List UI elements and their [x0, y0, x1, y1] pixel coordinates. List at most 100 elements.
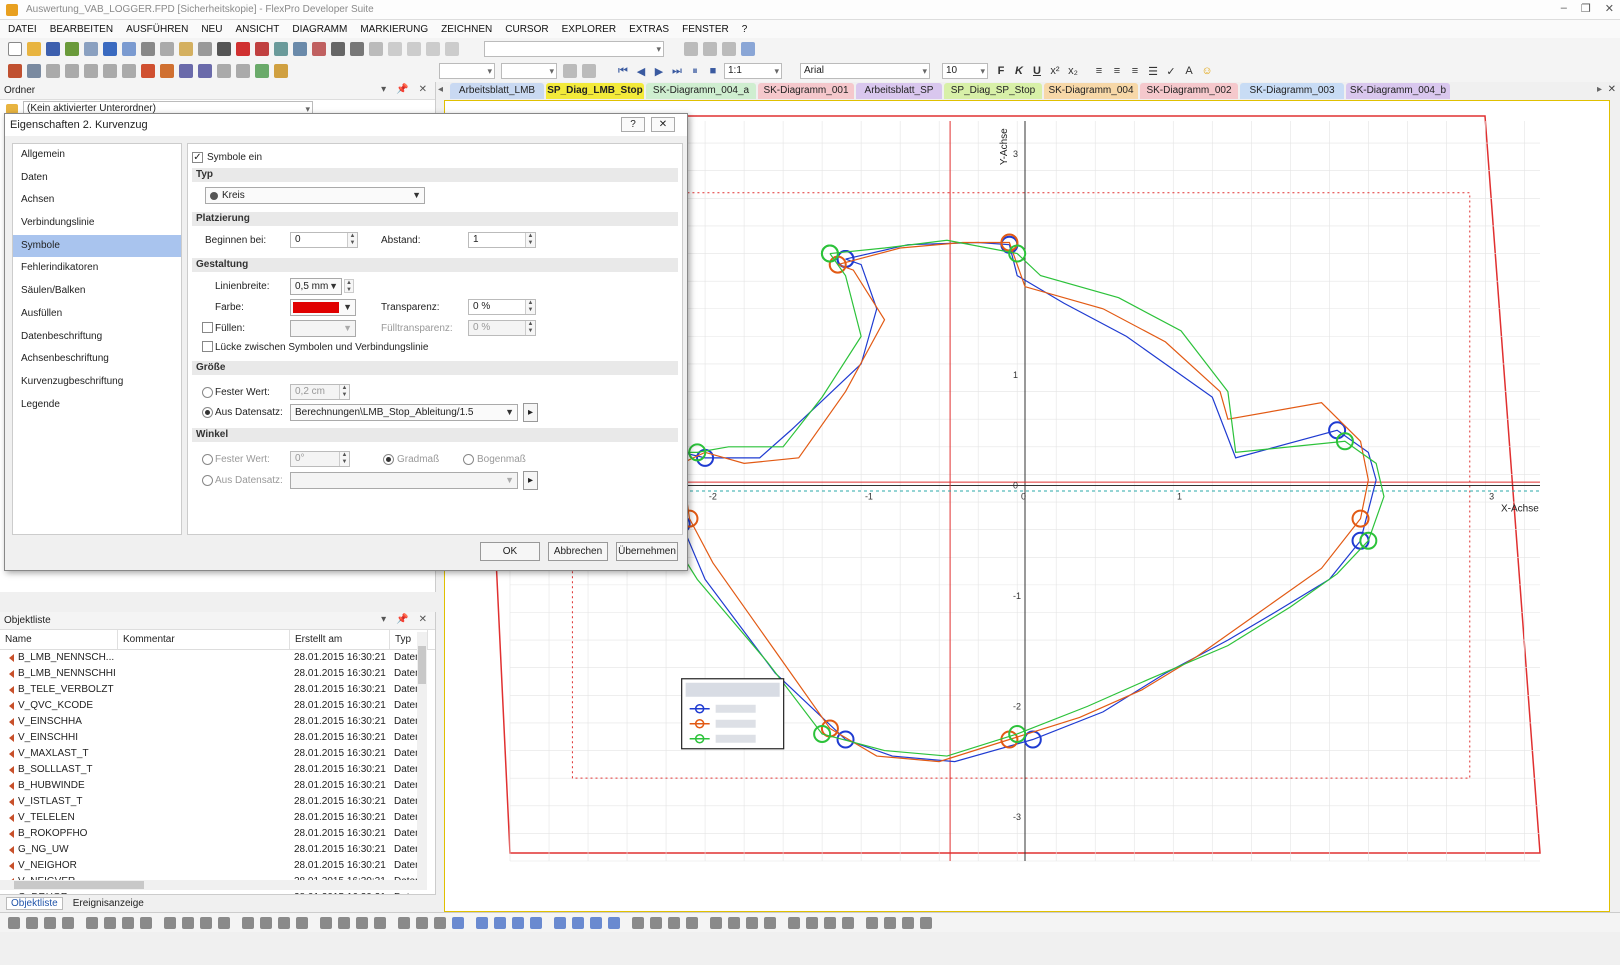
macro-icon[interactable] — [274, 64, 288, 78]
worksheet-icon[interactable] — [46, 64, 60, 78]
tab-event-display[interactable]: Ereignisanzeige — [69, 898, 148, 909]
table-row[interactable]: V_EINSCHHA 28.01.2015 16:30:21 Datens — [0, 714, 435, 730]
radian-radio[interactable] — [463, 454, 474, 465]
spinner-icon[interactable]: ▲ ▼ — [339, 385, 349, 399]
menu-bearbeiten[interactable]: BEARBEITEN — [50, 24, 113, 35]
grid-icon[interactable] — [684, 42, 698, 56]
menu-explorer[interactable]: EXPLORER — [562, 24, 616, 35]
restore-icon[interactable]: ❐ — [1581, 2, 1591, 15]
text-icon[interactable] — [84, 64, 98, 78]
axis-y-icon[interactable] — [788, 916, 800, 929]
nav-item-allgemein[interactable]: Allgemein — [13, 144, 181, 167]
measure-icon[interactable] — [572, 916, 584, 929]
tab-sk-diagramm-004-a[interactable]: SK-Diagramm_004_a — [646, 83, 756, 99]
panel-icon[interactable] — [122, 64, 136, 78]
smiley-icon[interactable]: ☺ — [1200, 65, 1214, 77]
pen-icon[interactable] — [62, 916, 74, 929]
align-right-icon[interactable]: ≡ — [1128, 65, 1142, 77]
zoom-out-icon[interactable] — [668, 916, 680, 929]
select-area-icon[interactable] — [26, 916, 38, 929]
shadow-icon[interactable] — [278, 916, 290, 929]
zoom-icon[interactable] — [369, 42, 383, 56]
prev-page-icon[interactable]: ◀ — [634, 65, 648, 78]
column-comment[interactable]: Kommentar — [118, 630, 290, 649]
spinner-icon[interactable]: ▲ ▼ — [525, 321, 535, 335]
gap-checkbox[interactable] — [202, 341, 213, 352]
copy-icon[interactable] — [160, 42, 174, 56]
table-row[interactable]: V_MAXLAST_T 28.01.2015 16:30:21 Datens — [0, 746, 435, 762]
tab-sk-diagramm-004[interactable]: SK-Diagramm_004 — [1044, 83, 1138, 99]
tab-sp-diag-lmb-stop[interactable]: SP_Diag_LMB_Stop — [546, 83, 644, 99]
axis-x-icon[interactable] — [764, 916, 776, 929]
table-row[interactable]: V_TELELEN 28.01.2015 16:30:21 Datens — [0, 810, 435, 826]
columns-icon[interactable] — [590, 916, 602, 929]
nav-item-symbole[interactable]: Symbole — [13, 234, 181, 258]
align-left-icon[interactable]: ≡ — [1092, 65, 1106, 77]
angle-fixed-radio[interactable] — [202, 454, 213, 465]
send-back-icon[interactable] — [398, 916, 410, 929]
minimize-icon[interactable]: – — [1561, 2, 1567, 15]
menu-diagramm[interactable]: DIAGRAMM — [292, 24, 347, 35]
align-icon[interactable] — [320, 916, 332, 929]
brush-icon[interactable] — [200, 916, 212, 929]
new-file-icon[interactable] — [8, 42, 22, 56]
formula-icon[interactable] — [179, 64, 193, 78]
scissors-icon[interactable] — [44, 916, 56, 929]
tab-object-list[interactable]: Objektliste — [6, 897, 63, 910]
delete-icon[interactable] — [236, 42, 250, 56]
tab-sp-diag-sp-stop[interactable]: SP_Diag_SP_Stop — [944, 83, 1042, 99]
object-list-vscrollbar[interactable] — [417, 632, 427, 890]
group-icon[interactable] — [338, 916, 350, 929]
angle-dataset-dropdown[interactable]: ▼ — [290, 472, 518, 489]
arrow-icon[interactable] — [260, 916, 272, 929]
bar-chart-icon[interactable] — [27, 64, 41, 78]
dialog-close-button[interactable]: ✕ — [651, 117, 675, 132]
angle-browse-button[interactable]: ▸ — [523, 471, 538, 490]
spinner-icon[interactable]: ▲ ▼ — [339, 452, 349, 466]
color-picker[interactable]: ▼ — [290, 299, 356, 316]
nav-item-achsenbeschriftung[interactable]: Achsenbeschriftung — [13, 348, 181, 371]
position-combo[interactable] — [439, 63, 495, 79]
paste-icon[interactable] — [179, 42, 193, 56]
object-list-hscrollbar[interactable] — [0, 880, 420, 890]
pin-icon[interactable]: 📌 — [396, 84, 408, 95]
tab-sk-diagramm-004-b[interactable]: SK-Diagramm_004_b — [1346, 83, 1450, 99]
peak-icon[interactable] — [512, 916, 524, 929]
spinner-icon[interactable]: ▲ ▼ — [525, 233, 535, 247]
menu-extras[interactable]: EXTRAS — [629, 24, 669, 35]
line-icon[interactable] — [86, 916, 98, 929]
zoom-in-icon[interactable] — [632, 916, 644, 929]
cut-icon[interactable] — [141, 42, 155, 56]
duplicate-icon[interactable] — [293, 42, 307, 56]
save-icon[interactable] — [46, 42, 60, 56]
angle-dataset-radio[interactable] — [202, 475, 213, 486]
filter-icon[interactable] — [160, 64, 174, 78]
menu-markierung[interactable]: MARKIERUNG — [360, 24, 428, 35]
table-row[interactable]: V_ISTLAST_T 28.01.2015 16:30:21 Datens — [0, 794, 435, 810]
spinner-icon[interactable]: ▲ ▼ — [525, 300, 535, 314]
ungroup-icon[interactable] — [356, 916, 368, 929]
font-size-combo[interactable]: 10 — [942, 63, 988, 79]
annotate-icon[interactable] — [746, 916, 758, 929]
table-row[interactable]: B_HUBWINDE 28.01.2015 16:30:21 Datens — [0, 778, 435, 794]
tab-arbeitsblatt-sp[interactable]: Arbeitsblatt_SP — [856, 83, 942, 99]
spinner-icon[interactable]: ▲ ▼ — [347, 233, 357, 247]
table-icon[interactable] — [703, 42, 717, 56]
transparency-input[interactable]: 0 % ▲ ▼ — [468, 299, 536, 315]
nav-item-fehlerindikatoren[interactable]: Fehlerindikatoren — [13, 257, 181, 280]
size-dataset-dropdown[interactable]: Berechnungen\LMB_Stop_Ableitung/1.5 ▼ — [290, 404, 518, 421]
nav-item-daten[interactable]: Daten — [13, 167, 181, 190]
zoom-xy-icon[interactable] — [710, 916, 722, 929]
axis-r-icon[interactable] — [824, 916, 836, 929]
marker-2-icon[interactable] — [554, 916, 566, 929]
copy-format-icon[interactable] — [866, 916, 878, 929]
marker-icon[interactable] — [530, 916, 542, 929]
size-combo[interactable] — [501, 63, 557, 79]
table-row[interactable]: V_EINSCHHI 28.01.2015 16:30:21 Datens — [0, 730, 435, 746]
pointer-icon[interactable] — [8, 916, 20, 929]
ok-button[interactable]: OK — [480, 542, 540, 561]
tabs-scroll-right-icon[interactable]: ▸ — [1597, 84, 1602, 95]
columns-icon[interactable] — [722, 42, 736, 56]
bold-button[interactable]: F — [994, 65, 1008, 77]
fill-transparency-input[interactable]: 0 % ▲ ▼ — [468, 320, 536, 336]
